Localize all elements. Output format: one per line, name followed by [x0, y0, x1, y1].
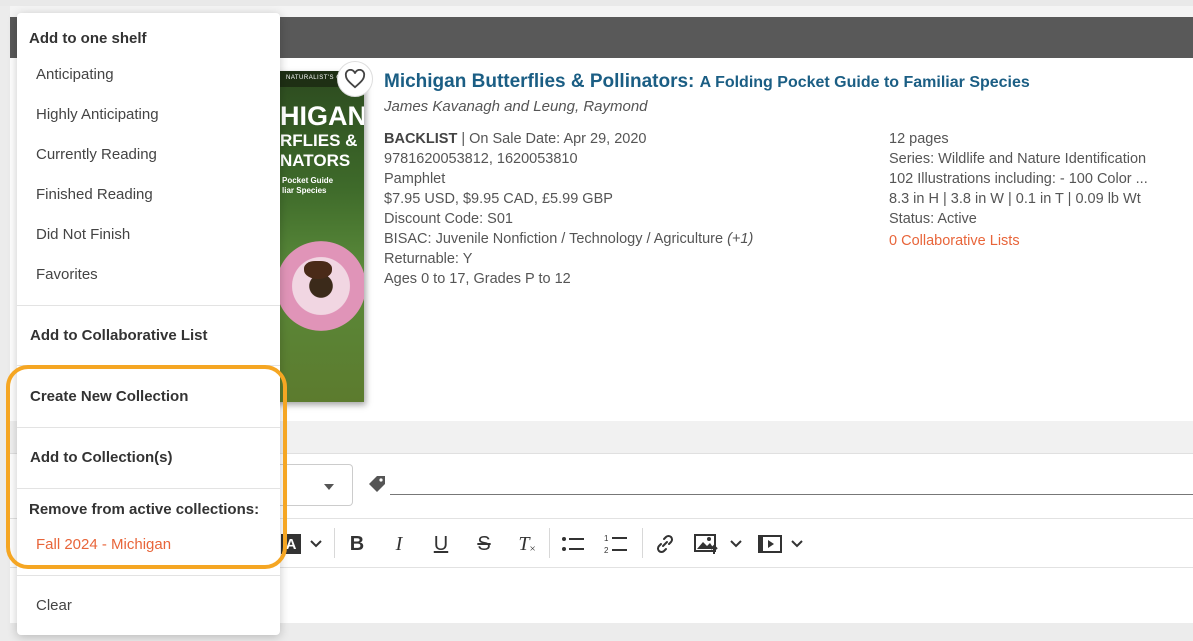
- heart-icon: [344, 69, 366, 89]
- price: $7.95 USD, $9.95 CAD, £5.99 GBP: [384, 191, 613, 207]
- italic-button[interactable]: I: [387, 530, 411, 558]
- top-strip: [0, 0, 1193, 6]
- menu-header-shelf: Add to one shelf: [29, 30, 147, 47]
- toolbar-separator: [642, 528, 643, 558]
- clear-x-icon: ×: [529, 543, 536, 555]
- book-title-main[interactable]: Michigan Butterflies & Pollinators:: [384, 71, 694, 92]
- ages: Ages 0 to 17, Grades P to 12: [384, 271, 571, 287]
- menu-divider: [17, 305, 280, 306]
- clear-format-icon: T: [518, 532, 530, 555]
- bisac-more[interactable]: (+1): [727, 231, 753, 247]
- details-left: BACKLIST | On Sale Date: Apr 29, 2020 97…: [384, 129, 753, 289]
- clear-format-button[interactable]: T ×: [514, 530, 540, 558]
- menu-item-add-collaborative-list[interactable]: Add to Collaborative List: [17, 327, 280, 344]
- collaborative-lists-link[interactable]: 0 Collaborative Lists: [889, 231, 1148, 251]
- video-icon: [758, 535, 782, 553]
- bullet-list-button[interactable]: [560, 530, 586, 558]
- highlight-annotation: [6, 365, 287, 569]
- on-sale-date: | On Sale Date: Apr 29, 2020: [457, 131, 647, 147]
- bullet-list-icon: [562, 537, 584, 551]
- svg-text:2: 2: [604, 546, 609, 555]
- tags-input[interactable]: [390, 494, 1193, 495]
- link-icon: [656, 534, 674, 554]
- book-author: James Kavanagh and Leung, Raymond: [384, 98, 648, 115]
- font-color-dropdown[interactable]: [306, 530, 326, 558]
- bold-button[interactable]: B: [345, 530, 369, 558]
- underline-button[interactable]: U: [429, 530, 453, 558]
- backlist-label: BACKLIST: [384, 131, 458, 147]
- image-dropdown[interactable]: [727, 530, 745, 558]
- butterfly-image: [304, 261, 332, 279]
- toolbar-separator: [549, 528, 550, 558]
- book-title[interactable]: Michigan Butterflies & Pollinators: A Fo…: [384, 71, 1030, 93]
- menu-item-currently-reading[interactable]: Currently Reading: [17, 146, 280, 163]
- link-button[interactable]: [652, 530, 678, 558]
- chevron-down-icon: [310, 540, 322, 548]
- menu-item-anticipating[interactable]: Anticipating: [17, 66, 280, 83]
- menu-item-finished-reading[interactable]: Finished Reading: [17, 186, 280, 203]
- cover-title-3: NATORS: [280, 151, 351, 170]
- cover-title-1: HIGAN: [280, 101, 364, 131]
- menu-item-highly-anticipating[interactable]: Highly Anticipating: [17, 106, 280, 123]
- chevron-down-icon: [730, 540, 742, 548]
- svg-text:1: 1: [604, 534, 609, 543]
- image-upload-icon: [694, 534, 718, 554]
- tag-icon: [367, 474, 387, 499]
- returnable: Returnable: Y: [384, 251, 473, 267]
- series: Series: Wildlife and Nature Identificati…: [889, 151, 1147, 167]
- pages: 12 pages: [889, 131, 949, 147]
- numbered-list-icon: 12: [604, 534, 627, 555]
- insert-image-button[interactable]: [693, 530, 721, 558]
- book-subtitle[interactable]: A Folding Pocket Guide to Familiar Speci…: [700, 74, 1030, 91]
- flower-image: [276, 241, 364, 331]
- status-line: BACKLIST | On Sale Date: Apr 29, 2020: [384, 129, 753, 149]
- menu-divider: [17, 575, 280, 576]
- isbn: 9781620053812, 1620053810: [384, 151, 578, 167]
- cover-title-2: RFLIES &: [280, 131, 358, 150]
- illustrations: 102 Illustrations including: - 100 Color…: [889, 171, 1148, 187]
- menu-item-favorites[interactable]: Favorites: [17, 266, 280, 283]
- favorite-heart-button[interactable]: [337, 61, 373, 97]
- video-dropdown[interactable]: [788, 530, 806, 558]
- discount-code: Discount Code: S01: [384, 211, 513, 227]
- format: Pamphlet: [384, 171, 446, 187]
- chevron-down-icon[interactable]: [324, 484, 334, 490]
- strikethrough-button[interactable]: S: [472, 530, 496, 558]
- menu-item-did-not-finish[interactable]: Did Not Finish: [17, 226, 280, 243]
- bisac-line: BISAC: Juvenile Nonfiction / Technology …: [384, 229, 753, 249]
- bisac: BISAC: Juvenile Nonfiction / Technology …: [384, 231, 728, 247]
- chevron-down-icon: [791, 540, 803, 548]
- cover-subtitle: Pocket Guide liar Species: [282, 176, 333, 196]
- numbered-list-button[interactable]: 12: [603, 530, 629, 558]
- dimensions: 8.3 in H | 3.8 in W | 0.1 in T | 0.09 lb…: [889, 191, 1141, 207]
- cover-subtitle-2: liar Species: [282, 186, 327, 195]
- book-cover[interactable]: NATURALIST'S GUIDE HIGAN RFLIES & NATORS…: [268, 71, 364, 402]
- insert-video-button[interactable]: [757, 530, 783, 558]
- menu-item-clear[interactable]: Clear: [17, 597, 280, 614]
- status: Status: Active: [889, 211, 977, 227]
- toolbar-separator: [334, 528, 335, 558]
- cover-subtitle-1: Pocket Guide: [282, 176, 334, 185]
- details-right: 12 pages Series: Wildlife and Nature Ide…: [889, 129, 1148, 251]
